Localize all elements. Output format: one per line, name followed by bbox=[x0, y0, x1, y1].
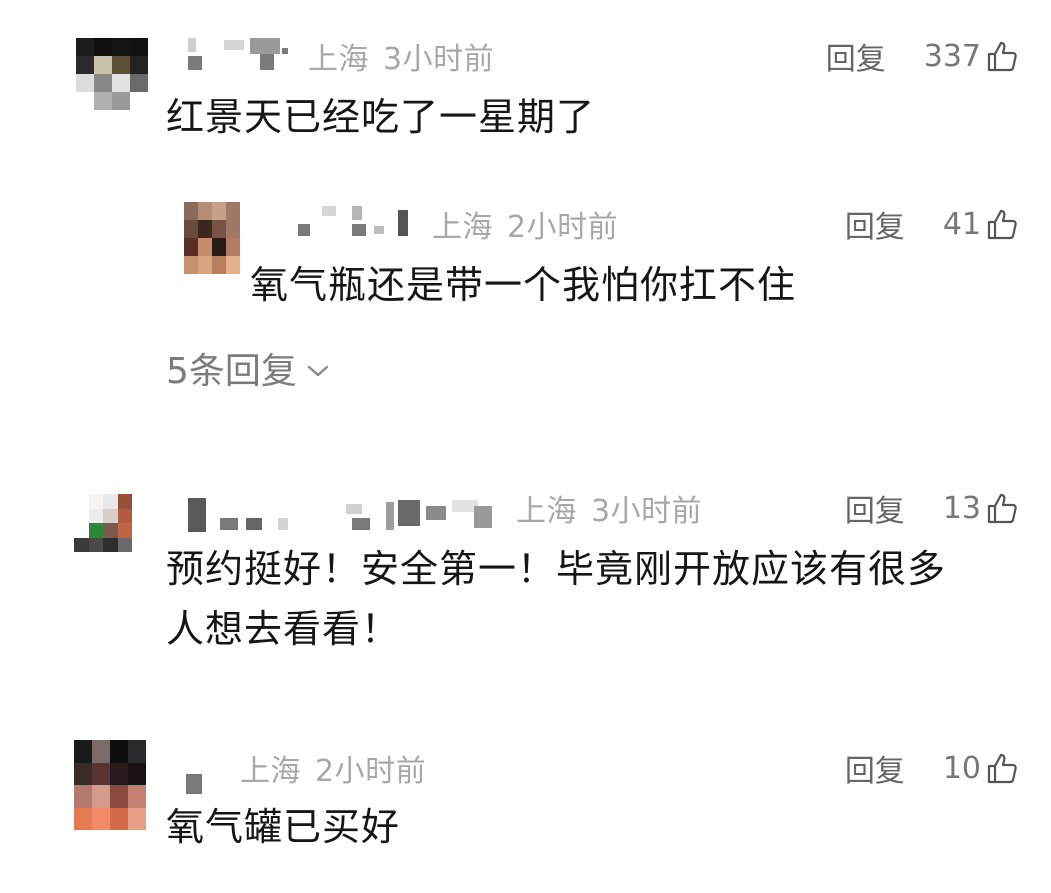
location: 上海 bbox=[516, 494, 577, 529]
comment-text-line-1: 预约挺好！安全第一！毕竟刚开放应该有很多 bbox=[166, 547, 947, 591]
comment-actions: 回复 41 bbox=[845, 202, 1017, 246]
comment-meta: 上海 3小时前 bbox=[516, 486, 716, 530]
comment-text: 氧气瓶还是带一个我怕你扛不住 bbox=[250, 263, 797, 307]
thumbs-up-icon[interactable] bbox=[987, 208, 1017, 240]
comment-meta: 上海 2小时前 bbox=[240, 746, 440, 790]
timestamp: 3小时前 bbox=[383, 42, 495, 77]
location: 上海 bbox=[240, 754, 301, 789]
like-count: 41 bbox=[942, 206, 981, 242]
username-blurred bbox=[186, 768, 210, 798]
like-count: 10 bbox=[942, 750, 981, 786]
comment-meta: 上海 2小时前 bbox=[432, 202, 632, 246]
location: 上海 bbox=[308, 42, 369, 77]
comment-text: 氧气罐已买好 bbox=[166, 805, 401, 849]
reply-button[interactable]: 回复 bbox=[826, 34, 886, 78]
thumbs-up-icon[interactable] bbox=[987, 492, 1017, 524]
username-blurred bbox=[186, 496, 506, 532]
comment-actions: 回复 10 bbox=[845, 746, 1017, 790]
timestamp: 3小时前 bbox=[591, 494, 703, 529]
avatar[interactable] bbox=[184, 202, 240, 274]
like-count: 13 bbox=[942, 490, 981, 526]
avatar[interactable] bbox=[74, 494, 132, 552]
more-replies-label: 5条回复 bbox=[166, 351, 297, 392]
username-blurred bbox=[294, 204, 414, 236]
thumbs-up-icon[interactable] bbox=[987, 752, 1017, 784]
username-blurred bbox=[186, 38, 296, 70]
comment-actions: 回复 337 bbox=[826, 34, 1017, 78]
timestamp: 2小时前 bbox=[507, 210, 619, 245]
timestamp: 2小时前 bbox=[315, 754, 427, 789]
comment-text-line-2: 人想去看看！ bbox=[166, 607, 401, 651]
thumbs-up-icon[interactable] bbox=[987, 40, 1017, 72]
avatar[interactable] bbox=[76, 38, 148, 110]
comment-actions: 回复 13 bbox=[845, 486, 1017, 530]
view-more-replies-button[interactable]: 5条回复 bbox=[166, 342, 329, 394]
comment-text: 红景天已经吃了一星期了 bbox=[166, 95, 596, 139]
reply-button[interactable]: 回复 bbox=[845, 486, 905, 530]
reply-button[interactable]: 回复 bbox=[845, 202, 905, 246]
location: 上海 bbox=[432, 210, 493, 245]
reply-button[interactable]: 回复 bbox=[845, 746, 905, 790]
avatar[interactable] bbox=[74, 740, 146, 830]
comment-meta: 上海 3小时前 bbox=[308, 34, 508, 78]
like-count: 337 bbox=[923, 38, 981, 74]
chevron-down-icon bbox=[307, 365, 329, 377]
